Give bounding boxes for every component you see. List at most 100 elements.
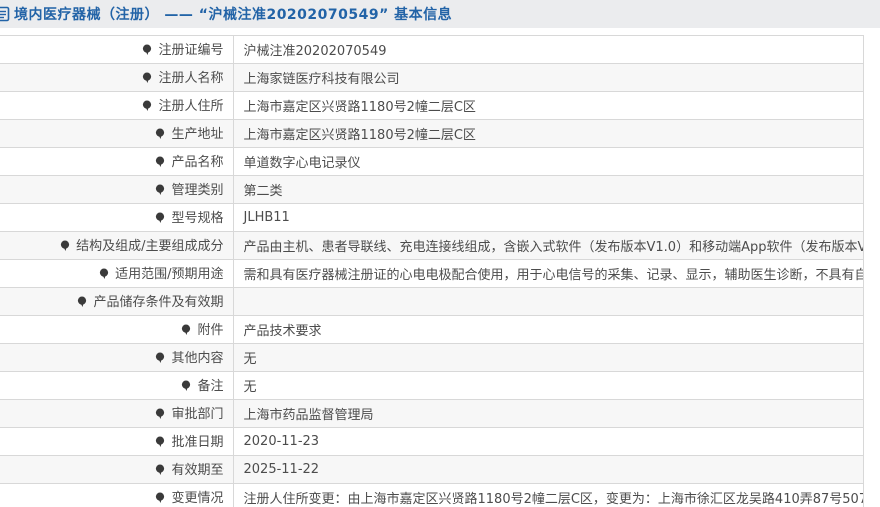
document-icon — [0, 6, 10, 22]
row-value-text: 上海市嘉定区兴贤路1180号2幢二层C区 — [243, 128, 476, 143]
note-balloon-icon — [155, 156, 165, 172]
note-balloon-icon — [181, 380, 191, 396]
row-value: 2020-11-23 — [233, 427, 864, 456]
row-label: 结构及组成/主要组成成分 — [0, 231, 234, 260]
note-balloon-icon — [142, 72, 152, 88]
row-value: JLHB11 — [233, 203, 864, 232]
header-bar: 境内医疗器械（注册） —— “沪械注准20202070549” 基本信息 — [0, 0, 880, 28]
row-value: 产品技术要求 — [233, 315, 864, 344]
note-balloon-icon — [181, 324, 191, 340]
note-balloon-icon — [155, 128, 165, 144]
row-label-text: 结构及组成/主要组成成分 — [76, 239, 224, 254]
row-label: 产品储存条件及有效期 — [0, 287, 234, 316]
table-row: 型号规格 JLHB11 — [0, 203, 864, 232]
row-value: 上海家链医疗科技有限公司 — [233, 63, 864, 92]
row-value-text: JLHB11 — [243, 210, 290, 225]
row-label: 型号规格 — [0, 203, 234, 232]
row-label: 变更情况 — [0, 483, 234, 507]
row-label: 有效期至 — [0, 455, 234, 484]
row-value: 注册人住所变更：由上海市嘉定区兴贤路1180号2幢二层C区，变更为：上海市徐汇区… — [233, 483, 864, 507]
row-label: 审批部门 — [0, 399, 234, 428]
row-label-text: 产品名称 — [171, 155, 224, 170]
row-value-text: 沪械注准20202070549 — [243, 44, 387, 59]
row-label: 其他内容 — [0, 343, 234, 372]
row-value-text: 第二类 — [243, 184, 283, 199]
note-balloon-icon — [155, 464, 165, 480]
row-label-text: 管理类别 — [171, 183, 224, 198]
row-label: 备注 — [0, 371, 234, 400]
row-label-text: 注册人住所 — [158, 99, 224, 114]
row-label: 注册人名称 — [0, 63, 234, 92]
note-balloon-icon — [99, 268, 109, 284]
row-label: 管理类别 — [0, 175, 234, 204]
row-value-text: 2025-11-22 — [243, 462, 320, 477]
row-value: 沪械注准20202070549 — [233, 35, 864, 64]
row-value — [233, 287, 864, 316]
table-row: 有效期至 2025-11-22 — [0, 455, 864, 484]
row-label-text: 生产地址 — [171, 127, 224, 142]
row-value: 无 — [233, 343, 864, 372]
note-balloon-icon — [155, 352, 165, 368]
row-value-text: 产品由主机、患者导联线、充电连接线组成，含嵌入式软件（发布版本V1.0）和移动端… — [243, 240, 864, 255]
row-label: 注册人住所 — [0, 91, 234, 120]
row-label-text: 有效期至 — [171, 463, 224, 478]
table-row: 附件 产品技术要求 — [0, 315, 864, 344]
row-value: 产品由主机、患者导联线、充电连接线组成，含嵌入式软件（发布版本V1.0）和移动端… — [233, 231, 864, 260]
row-value-text: 上海市药品监督管理局 — [243, 408, 374, 423]
row-label: 产品名称 — [0, 147, 234, 176]
row-value-text: 上海市嘉定区兴贤路1180号2幢二层C区 — [243, 100, 476, 115]
note-balloon-icon — [142, 44, 152, 60]
row-label-text: 附件 — [197, 323, 224, 338]
row-label-text: 审批部门 — [171, 407, 224, 422]
row-value-text: 无 — [243, 380, 257, 395]
note-balloon-icon — [155, 492, 165, 507]
table-row: 注册人住所 上海市嘉定区兴贤路1180号2幢二层C区 — [0, 91, 864, 120]
table-row: 适用范围/预期用途 需和具有医疗器械注册证的心电电极配合使用，用于心电信号的采集… — [0, 259, 864, 288]
row-label-text: 型号规格 — [171, 211, 224, 226]
note-balloon-icon — [77, 296, 87, 312]
note-balloon-icon — [155, 212, 165, 228]
note-balloon-icon — [155, 184, 165, 200]
row-value-text: 无 — [243, 352, 257, 367]
table-row: 生产地址 上海市嘉定区兴贤路1180号2幢二层C区 — [0, 119, 864, 148]
note-balloon-icon — [142, 100, 152, 116]
row-label: 注册证编号 — [0, 35, 234, 64]
page-title: 境内医疗器械（注册） —— “沪械注准20202070549” 基本信息 — [14, 7, 453, 23]
table-row: 结构及组成/主要组成成分 产品由主机、患者导联线、充电连接线组成，含嵌入式软件（… — [0, 231, 864, 260]
row-label-text: 注册证编号 — [158, 43, 224, 58]
table-row: 注册证编号 沪械注准20202070549 — [0, 35, 864, 64]
row-value-text: 上海家链医疗科技有限公司 — [243, 72, 400, 87]
table-row: 其他内容 无 — [0, 343, 864, 372]
row-label: 批准日期 — [0, 427, 234, 456]
row-value-text: 2020-11-23 — [243, 434, 320, 449]
row-label-text: 注册人名称 — [158, 71, 224, 86]
row-label-text: 批准日期 — [171, 435, 224, 450]
table-row: 管理类别 第二类 — [0, 175, 864, 204]
table-row: 产品储存条件及有效期 — [0, 287, 864, 316]
note-balloon-icon — [155, 436, 165, 452]
row-value: 第二类 — [233, 175, 864, 204]
row-value: 上海市嘉定区兴贤路1180号2幢二层C区 — [233, 91, 864, 120]
table-row: 审批部门 上海市药品监督管理局 — [0, 399, 864, 428]
row-value-text: 需和具有医疗器械注册证的心电电极配合使用，用于心电信号的采集、记录、显示，辅助医… — [243, 268, 863, 283]
row-label-text: 其他内容 — [171, 351, 224, 366]
row-value: 上海市嘉定区兴贤路1180号2幢二层C区 — [233, 119, 864, 148]
row-value: 无 — [233, 371, 864, 400]
row-label: 附件 — [0, 315, 234, 344]
table-row: 产品名称 单道数字心电记录仪 — [0, 147, 864, 176]
note-balloon-icon — [155, 408, 165, 424]
table-row: 备注 无 — [0, 371, 864, 400]
row-value-text: 注册人住所变更：由上海市嘉定区兴贤路1180号2幢二层C区，变更为：上海市徐汇区… — [243, 492, 864, 507]
row-label: 适用范围/预期用途 — [0, 259, 234, 288]
row-value: 单道数字心电记录仪 — [233, 147, 864, 176]
row-label-text: 变更情况 — [171, 491, 224, 506]
row-label: 生产地址 — [0, 119, 234, 148]
row-value: 上海市药品监督管理局 — [233, 399, 864, 428]
table-row: 注册人名称 上海家链医疗科技有限公司 — [0, 63, 864, 92]
row-value-text: 单道数字心电记录仪 — [243, 156, 361, 171]
info-table: 注册证编号 沪械注准20202070549 注册人名称 上海家链医疗科技有限公司 — [0, 35, 864, 507]
row-value-text: 产品技术要求 — [243, 324, 322, 339]
table-row: 变更情况 注册人住所变更：由上海市嘉定区兴贤路1180号2幢二层C区，变更为：上… — [0, 483, 864, 507]
row-value: 需和具有医疗器械注册证的心电电极配合使用，用于心电信号的采集、记录、显示，辅助医… — [233, 259, 864, 288]
row-value: 2025-11-22 — [233, 455, 864, 484]
